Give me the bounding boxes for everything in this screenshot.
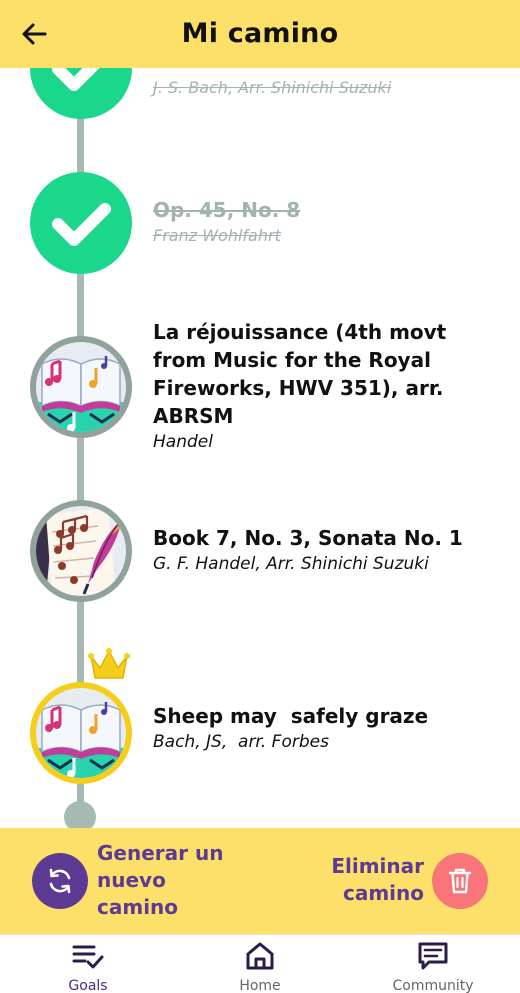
completed-check-node[interactable] [30, 172, 132, 274]
generate-path-label[interactable]: Generar un nuevo camino [97, 840, 227, 921]
piece-item-4[interactable]: Book 7, No. 3, Sonata No. 1 G. F. Handel… [153, 524, 503, 576]
piece-item-5[interactable]: Sheep may safely graze Bach, JS, arr. Fo… [153, 702, 503, 754]
piece-composer: Handel [153, 432, 213, 452]
nav-label: Goals [68, 978, 108, 993]
checkmark-icon [52, 68, 100, 91]
piece-title: Sheep may safely graze [153, 704, 429, 728]
sheet-music-feather-icon [36, 506, 126, 596]
bottom-navigation: Goals Home Community [0, 934, 520, 993]
home-icon [246, 942, 274, 970]
path-actions-bar: Generar un nuevo camino Eliminar camino [0, 828, 520, 934]
learning-path[interactable]: J. S. Bach, Arr. Shinichi Suzuki Op. 45,… [0, 68, 520, 828]
nav-item-goals[interactable]: Goals [28, 935, 148, 993]
music-book-icon [36, 688, 126, 778]
refresh-icon [49, 868, 71, 894]
piece-composer: J. S. Bach, Arr. Shinichi Suzuki [153, 78, 392, 97]
piece-title: Book 7, No. 3, Sonata No. 1 [153, 526, 463, 550]
piece-item-1[interactable]: J. S. Bach, Arr. Shinichi Suzuki [153, 76, 503, 100]
piece-node-music-book[interactable] [30, 336, 132, 438]
piece-node-sheet-music[interactable] [30, 500, 132, 602]
nav-item-community[interactable]: Community [373, 935, 493, 993]
piece-composer: Franz Wohlfahrt [153, 226, 281, 245]
piece-composer: Bach, JS, arr. Forbes [153, 732, 329, 752]
delete-path-button[interactable] [432, 853, 488, 909]
nav-label: Community [392, 978, 474, 993]
delete-path-label[interactable]: Eliminar camino [314, 853, 424, 907]
trash-icon [448, 868, 472, 894]
generate-path-button[interactable] [32, 853, 88, 909]
piece-item-3[interactable]: La réjouissance (4th movt from Music for… [153, 318, 503, 454]
path-end-dot [64, 801, 96, 828]
music-book-icon [36, 342, 126, 432]
completed-check-node[interactable] [30, 68, 132, 119]
chat-icon [418, 942, 448, 970]
current-piece-node[interactable] [30, 682, 132, 784]
crown-icon [88, 648, 130, 679]
piece-item-2[interactable]: Op. 45, No. 8 Franz Wohlfahrt [153, 196, 503, 248]
nav-item-home[interactable]: Home [200, 935, 320, 993]
checkmark-icon [52, 203, 111, 246]
piece-composer: G. F. Handel, Arr. Shinichi Suzuki [153, 554, 429, 574]
top-app-bar: Mi camino [0, 0, 520, 68]
piece-title: Op. 45, No. 8 [153, 198, 301, 222]
piece-title: La réjouissance (4th movt from Music for… [153, 320, 447, 428]
page-title: Mi camino [181, 18, 339, 49]
goals-checklist-icon [72, 945, 104, 969]
nav-label: Home [239, 978, 281, 993]
